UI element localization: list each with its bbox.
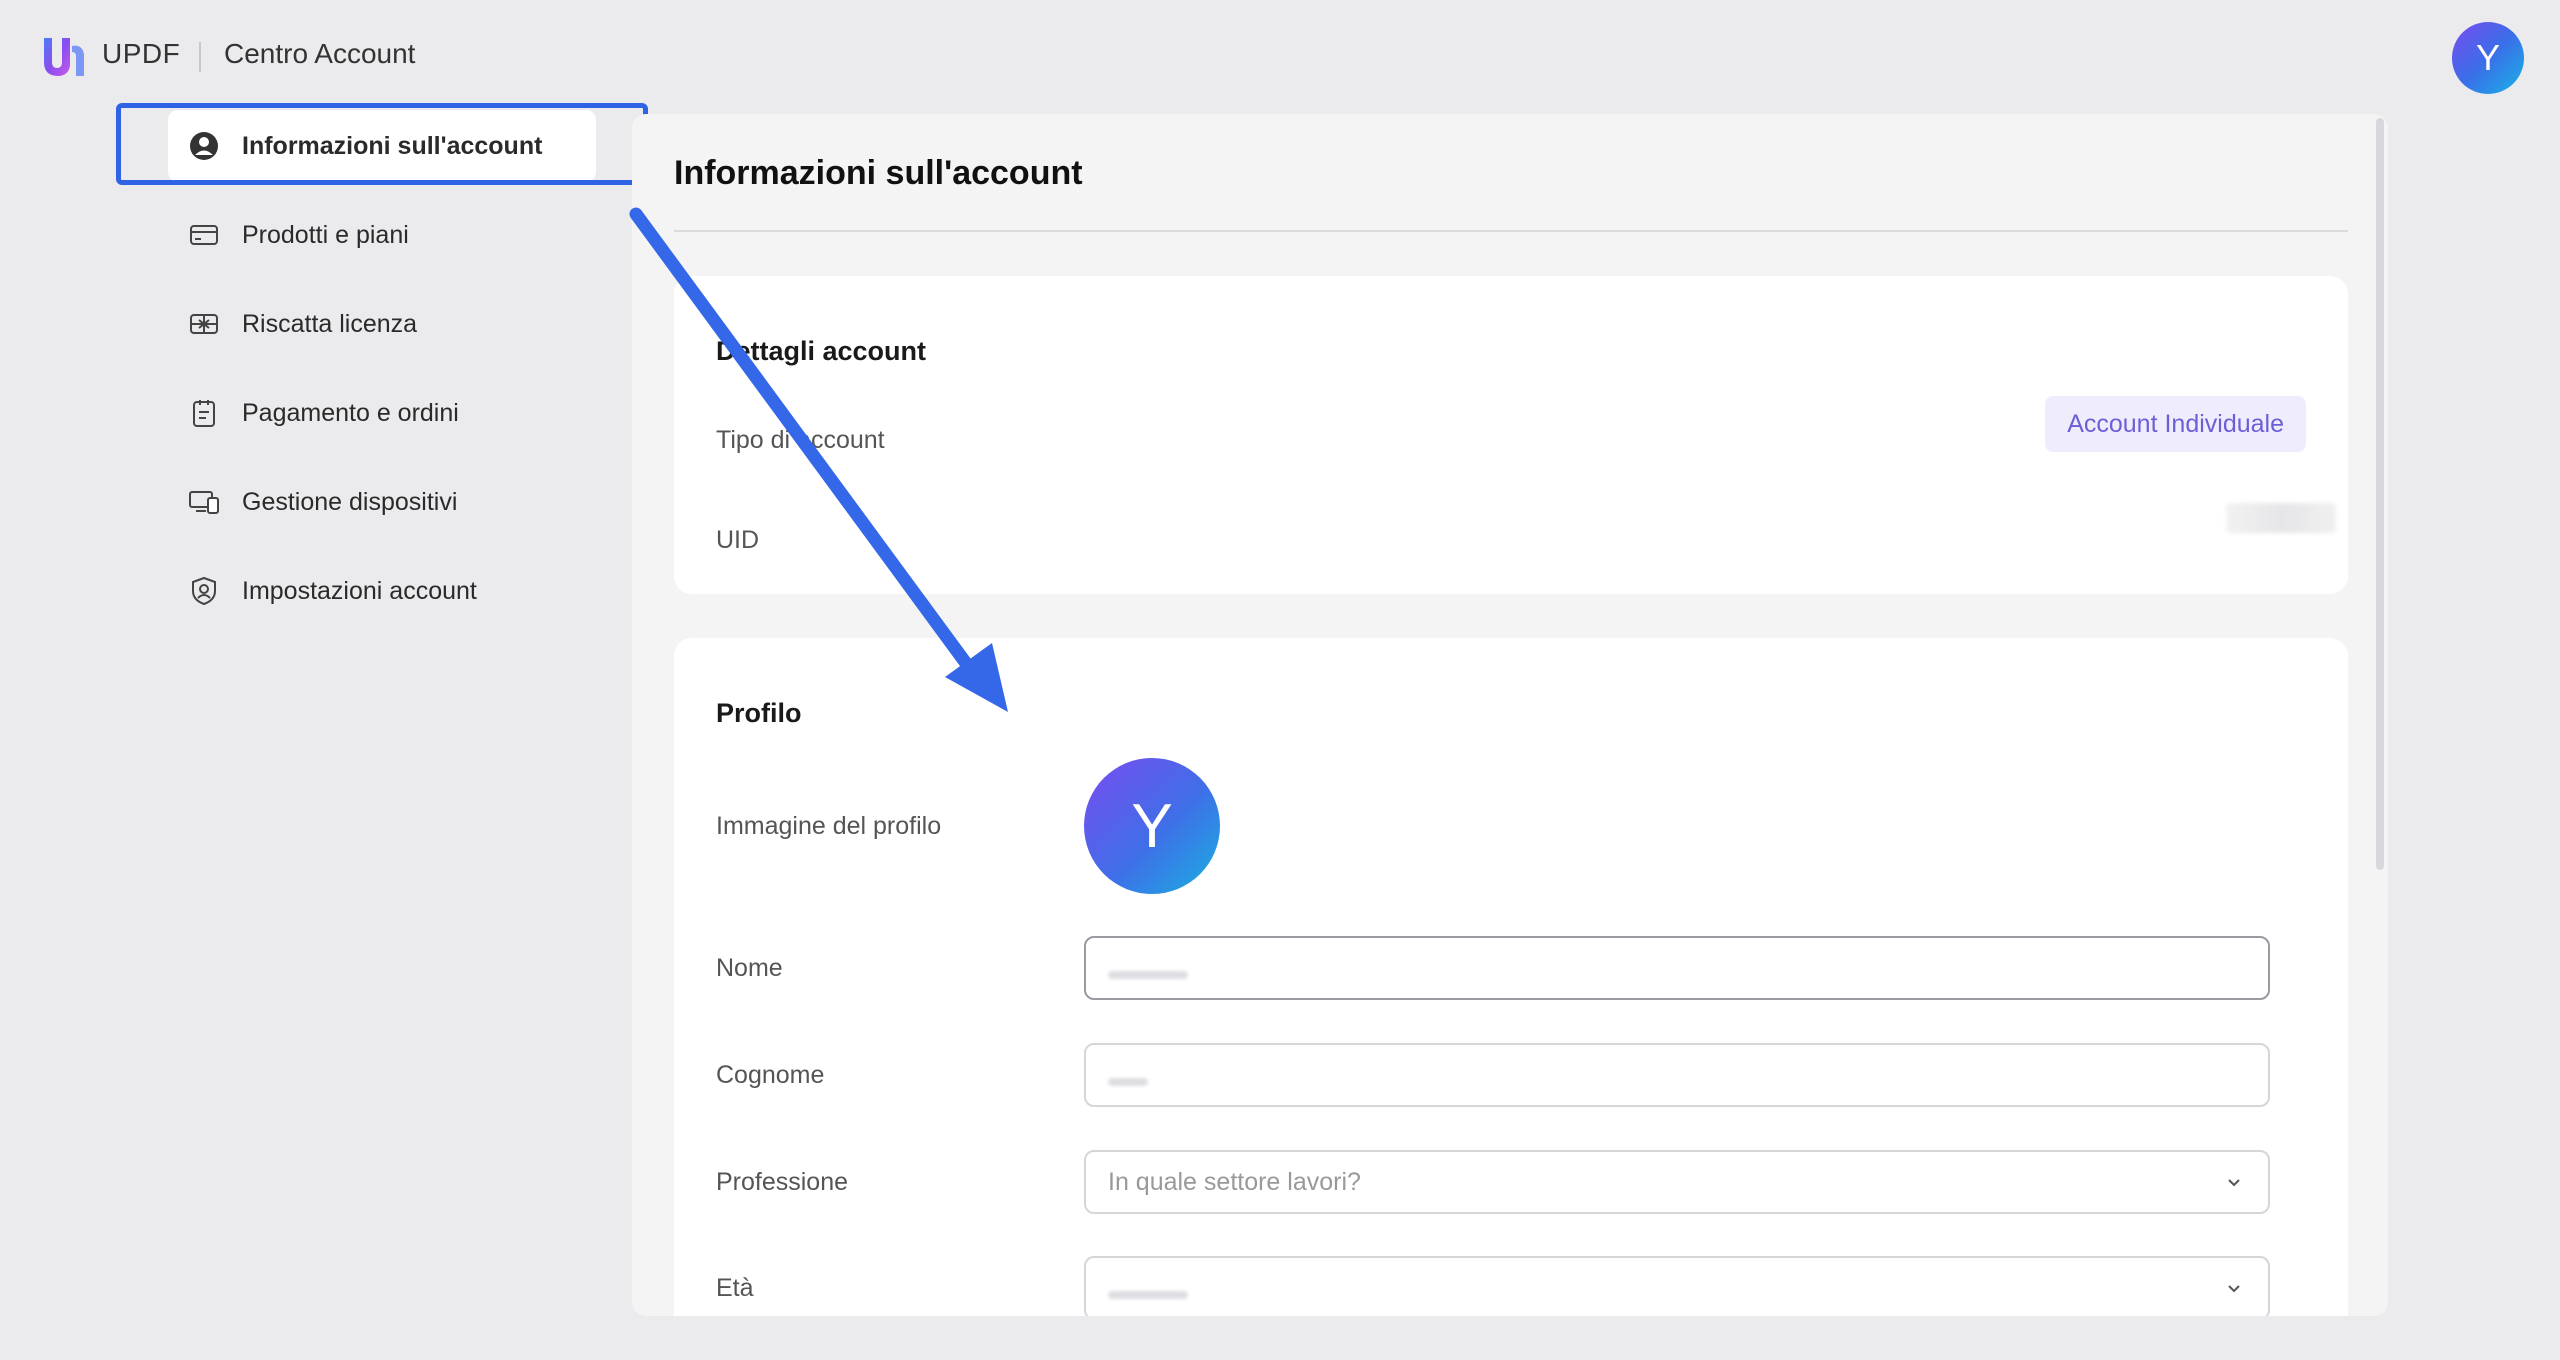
name-value-blurred [1108, 971, 1188, 979]
profile-image-label: Immagine del profilo [716, 812, 942, 840]
card-icon [188, 219, 220, 251]
main-panel: Informazioni sull'account Dettagli accou… [632, 114, 2388, 1316]
surname-input[interactable] [1084, 1043, 2270, 1107]
name-input[interactable] [1084, 936, 2270, 1000]
age-select[interactable] [1084, 1256, 2270, 1316]
user-circle-icon [188, 130, 220, 162]
chevron-down-icon [2228, 1285, 2240, 1293]
sidebar-item-label: Prodotti e piani [242, 220, 409, 249]
sidebar-item-devices[interactable]: Gestione dispositivi [168, 466, 596, 538]
surname-value-blurred [1108, 1078, 1148, 1086]
brand-name: UPDF [102, 38, 181, 69]
gift-icon [188, 308, 220, 340]
name-label: Nome [716, 954, 783, 982]
profession-label: Professione [716, 1168, 849, 1196]
sidebar-item-settings[interactable]: Impostazioni account [168, 555, 596, 627]
profile-avatar[interactable]: Y [1084, 758, 1220, 894]
age-label: Età [716, 1274, 754, 1302]
sidebar-item-products[interactable]: Prodotti e piani [168, 199, 596, 271]
account-details-title: Dettagli account [716, 336, 927, 366]
page-title: Informazioni sull'account [674, 154, 1083, 192]
devices-icon [188, 486, 220, 518]
app-title: Centro Account [224, 38, 416, 69]
age-value-blurred [1108, 1291, 1188, 1299]
profile-card: Profilo Immagine del profilo Y Nome Cogn… [674, 638, 2348, 1316]
title-divider [674, 230, 2348, 232]
account-details-card: Dettagli account Tipo di account Account… [674, 276, 2348, 594]
title-divider [199, 42, 201, 72]
sidebar-item-payments[interactable]: Pagamento e ordini [168, 377, 596, 449]
uid-value-blurred [2226, 503, 2336, 533]
clipboard-icon [188, 397, 220, 429]
account-type-badge: Account Individuale [2045, 396, 2306, 452]
top-bar: UPDF Centro Account Y [0, 0, 2560, 114]
updf-logo-icon[interactable] [38, 32, 90, 80]
surname-label: Cognome [716, 1061, 825, 1089]
uid-label: UID [716, 526, 760, 554]
scrollbar[interactable] [2376, 118, 2384, 870]
account-type-label: Tipo di account [716, 426, 885, 454]
sidebar-item-label: Gestione dispositivi [242, 487, 458, 516]
sidebar-item-label: Informazioni sull'account [242, 131, 543, 160]
sidebar-item-label: Impostazioni account [242, 576, 477, 605]
chevron-down-icon [2228, 1179, 2240, 1187]
shield-user-icon [188, 575, 220, 607]
profession-select[interactable]: In quale settore lavori? [1084, 1150, 2270, 1214]
sidebar-item-label: Riscatta licenza [242, 309, 418, 338]
profile-title: Profilo [716, 698, 802, 728]
sidebar-item-account-info[interactable]: Informazioni sull'account [168, 110, 596, 182]
profession-placeholder: In quale settore lavori? [1108, 1167, 1361, 1196]
sidebar-item-label: Pagamento e ordini [242, 398, 459, 427]
sidebar-item-redeem[interactable]: Riscatta licenza [168, 288, 596, 360]
user-avatar-button[interactable]: Y [2452, 22, 2524, 94]
